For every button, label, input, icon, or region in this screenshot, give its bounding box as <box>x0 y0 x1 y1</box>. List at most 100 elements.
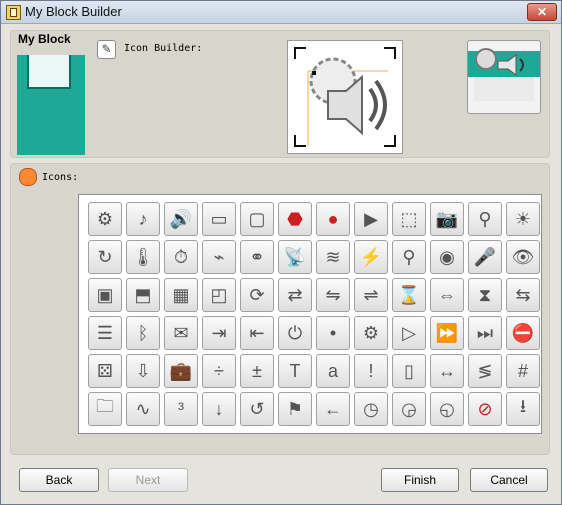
icon-tile[interactable]: ⚲ <box>392 240 426 274</box>
icon-tile[interactable]: • <box>316 316 350 350</box>
finish-button[interactable]: Finish <box>381 468 459 492</box>
icon-tile[interactable]: ⊘ <box>468 392 502 426</box>
icon-tile[interactable]: 👁 <box>506 240 540 274</box>
icon-tile[interactable]: ⇆ <box>506 278 540 312</box>
icon-tile[interactable]: ! <box>354 354 388 388</box>
battery-icon: ▯ <box>404 360 414 381</box>
icon-tile[interactable]: ÷ <box>202 354 236 388</box>
no-icon: ⊘ <box>477 398 493 419</box>
icon-tile[interactable]: ⚭ <box>240 240 274 274</box>
icon-tile[interactable]: ⚑ <box>278 392 312 426</box>
icon-tile[interactable]: ▶ <box>354 202 388 236</box>
icon-tile[interactable]: 📷 <box>430 202 464 236</box>
icon-tile[interactable]: ▭ <box>202 202 236 236</box>
icon-tile[interactable]: 🗀 <box>88 392 122 426</box>
icon-tile[interactable]: ← <box>316 392 350 426</box>
text-icon: T <box>289 360 301 381</box>
icon-tile[interactable]: ▦ <box>164 278 198 312</box>
faucet-icon: ⚲ <box>478 208 492 229</box>
icon-tile[interactable]: ᛒ <box>126 316 160 350</box>
my-block-label: My Block <box>18 32 71 46</box>
icon-tile[interactable]: ⬒ <box>126 278 160 312</box>
icon-tile[interactable]: ⏩ <box>430 316 464 350</box>
icon-tile[interactable]: a <box>316 354 350 388</box>
stop-gear-icon: ⛔ <box>511 322 535 343</box>
eye-icon: 👁 <box>511 246 535 267</box>
speaker-icon: 🔊 <box>169 208 193 229</box>
monitor-icon: ▢ <box>248 208 266 229</box>
icon-tile[interactable]: 🎤 <box>468 240 502 274</box>
icon-tile[interactable]: ◉ <box>430 240 464 274</box>
icon-tile[interactable]: ⌁ <box>202 240 236 274</box>
icon-tile[interactable]: ▷ <box>392 316 426 350</box>
icon-tile[interactable]: ⇤ <box>240 316 274 350</box>
icon-tile[interactable]: ≋ <box>316 240 350 274</box>
icon-tile[interactable]: ◶ <box>392 392 426 426</box>
icon-tile[interactable]: ± <box>240 354 274 388</box>
icon-tile[interactable]: ↔ <box>430 354 464 388</box>
icon-tile[interactable]: ≶ <box>468 354 502 388</box>
icon-tile[interactable]: ⚲ <box>468 202 502 236</box>
person-icon <box>27 55 71 89</box>
icon-tile[interactable]: ⧗ <box>468 278 502 312</box>
icon-tile[interactable]: ⬣ <box>278 202 312 236</box>
icon-tile[interactable]: T <box>278 354 312 388</box>
icon-tile[interactable]: ☰ <box>88 316 122 350</box>
icon-tile[interactable]: 🌡 <box>126 240 160 274</box>
icon-tile[interactable]: ☀ <box>506 202 540 236</box>
smiley-icon <box>19 168 37 186</box>
icon-tile[interactable]: ✉ <box>164 316 198 350</box>
back-button[interactable]: Back <box>19 468 99 492</box>
icon-tile[interactable]: ⬚ <box>392 202 426 236</box>
icon-tile[interactable]: ⚡ <box>354 240 388 274</box>
icon-tile[interactable]: 💼 <box>164 354 198 388</box>
block-thumbnail-art <box>468 48 540 101</box>
icon-tile[interactable]: ⭳ <box>506 392 540 426</box>
icon-tile[interactable]: ⚄ <box>88 354 122 388</box>
icon-tile[interactable]: ◵ <box>430 392 464 426</box>
icon-tile[interactable]: ⏭ <box>468 316 502 350</box>
icon-tile[interactable]: ▯ <box>392 354 426 388</box>
icon-tile[interactable]: ⏱ <box>164 240 198 274</box>
icon-preview-canvas[interactable] <box>287 40 403 154</box>
icon-tile[interactable]: ◷ <box>354 392 388 426</box>
dice-icon: ⚄ <box>97 360 113 381</box>
icon-tile[interactable]: ◰ <box>202 278 236 312</box>
icon-tile[interactable]: ↻ <box>88 240 122 274</box>
icon-tile[interactable]: # <box>506 354 540 388</box>
icon-tile[interactable]: ⚙ <box>354 316 388 350</box>
icon-tile[interactable]: ● <box>316 202 350 236</box>
icon-tile[interactable]: ⛔ <box>506 316 540 350</box>
icon-tile[interactable]: ⇥ <box>202 316 236 350</box>
icon-tile[interactable]: ∿ <box>126 392 160 426</box>
envelope-icon: ✉ <box>173 322 189 343</box>
icon-tile[interactable]: ♪ <box>126 202 160 236</box>
icon-tile[interactable]: 📡 <box>278 240 312 274</box>
play-gear-icon: ▷ <box>402 322 416 343</box>
icon-tile[interactable]: ⇋ <box>316 278 350 312</box>
icon-tile[interactable]: ↺ <box>240 392 274 426</box>
icon-tile[interactable]: ⏻ <box>278 316 312 350</box>
icon-tile[interactable]: ⟳ <box>240 278 274 312</box>
cancel-button[interactable]: Cancel <box>470 468 548 492</box>
fast-forward-gear-icon: ⏩ <box>435 322 459 343</box>
pencil-icon[interactable]: ✎ <box>97 40 116 59</box>
icon-tile[interactable]: ▢ <box>240 202 274 236</box>
icon-tile[interactable]: ⇌ <box>354 278 388 312</box>
icon-tile[interactable]: ↓ <box>202 392 236 426</box>
icon-tile[interactable]: ³ <box>164 392 198 426</box>
next-button[interactable]: Next <box>108 468 188 492</box>
flashlight-icon: ▭ <box>210 208 228 229</box>
quote-a-icon: a <box>327 360 338 381</box>
icon-tile[interactable]: ⇩ <box>126 354 160 388</box>
block-thumbnail <box>467 40 541 114</box>
microphone-icon: 🎤 <box>473 246 497 267</box>
icon-tile[interactable]: ⇔ <box>430 278 464 312</box>
close-button[interactable]: ✕ <box>527 3 557 21</box>
icon-tile[interactable]: 🔊 <box>164 202 198 236</box>
icon-tile[interactable]: ⌛ <box>392 278 426 312</box>
icon-tile[interactable]: ⚙ <box>88 202 122 236</box>
icon-tile[interactable]: ▣ <box>88 278 122 312</box>
icon-tile[interactable]: ⇄ <box>278 278 312 312</box>
box-icon: ⬚ <box>400 208 418 229</box>
